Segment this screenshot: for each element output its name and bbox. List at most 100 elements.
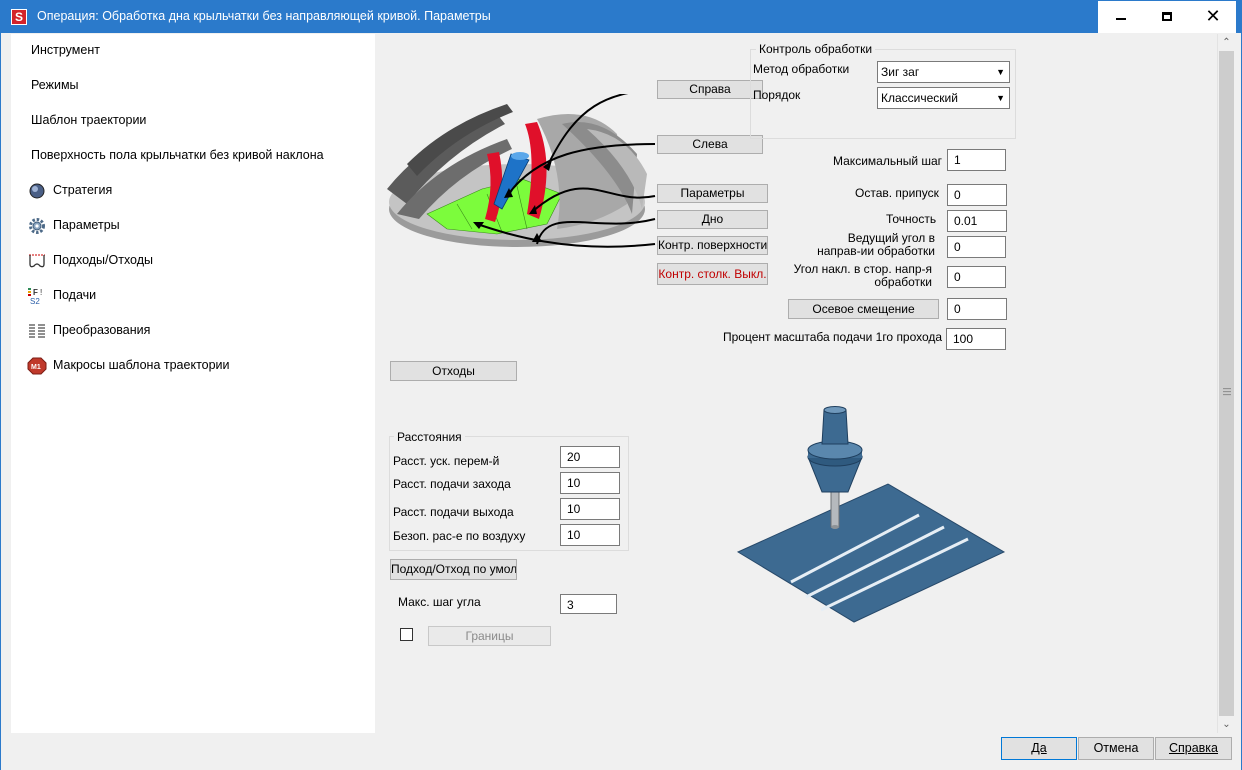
tool-holder-cap	[823, 406, 847, 414]
macros-icon: M1	[27, 357, 47, 375]
vertical-scrollbar[interactable]: ⌃ — — — ⌄	[1217, 34, 1234, 733]
sidebar-item-tool[interactable]: Инструмент	[11, 34, 375, 69]
default-approach-button[interactable]: Подход/Отход по умолч.	[390, 559, 517, 580]
method-value: Зиг заг	[881, 65, 920, 79]
sidebar-item-transformations[interactable]: Преобразования	[11, 314, 375, 349]
boundaries-checkbox[interactable]	[400, 628, 413, 641]
svg-text:M1: M1	[31, 364, 41, 371]
order-value: Классический	[881, 91, 958, 105]
ok-label: Да	[1031, 741, 1047, 755]
sidebar-item-label: Шаблон траектории	[31, 113, 147, 127]
window-title: Операция: Обработка дна крыльчатки без н…	[37, 9, 491, 23]
cancel-button[interactable]: Отмена	[1078, 737, 1154, 760]
sidebar: Инструмент Режимы Шаблон траектории Пове…	[11, 34, 375, 733]
svg-text:!: !	[40, 288, 42, 297]
sidebar-item-approaches[interactable]: Подходы/Отходы	[11, 244, 375, 279]
tool-tip	[831, 525, 839, 529]
tool-shank	[830, 486, 840, 528]
machining-control-title: Контроль обработки	[756, 42, 876, 56]
sidebar-item-macros[interactable]: M1 Макросы шаблона траектории	[11, 349, 375, 384]
right-button[interactable]: Справа	[657, 80, 763, 99]
strategy-sphere-icon	[29, 183, 45, 199]
close-button[interactable]: ✕	[1190, 1, 1236, 33]
scroll-down-icon[interactable]: ⌄	[1218, 716, 1235, 733]
svg-text:F: F	[33, 288, 38, 297]
minimize-button[interactable]	[1098, 1, 1144, 33]
rapid-distance-input[interactable]: 20	[560, 446, 620, 468]
order-label: Порядок	[753, 88, 801, 102]
tool-holder-taper	[821, 409, 849, 445]
approach-retract-icon	[29, 254, 45, 268]
minimize-icon	[1116, 18, 1126, 20]
gear-icon	[29, 218, 45, 234]
bottom-button[interactable]: Дно	[657, 210, 768, 229]
transform-icon	[29, 324, 45, 338]
feeds-icon: F !S2	[28, 288, 42, 305]
lead-angle-input[interactable]: 0	[947, 236, 1006, 258]
air-distance-input[interactable]: 10	[560, 524, 620, 546]
sidebar-item-label: Макросы шаблона траектории	[53, 358, 230, 372]
scroll-up-icon[interactable]: ⌃	[1218, 34, 1235, 51]
axial-offset-input[interactable]: 0	[947, 298, 1007, 320]
method-label: Метод обработки	[753, 62, 850, 76]
sidebar-item-label: Подходы/Отходы	[53, 253, 154, 267]
max-step-label: Максимальный шаг	[833, 154, 943, 168]
sidebar-item-label: Инструмент	[31, 43, 100, 57]
sidebar-item-modes[interactable]: Режимы	[11, 69, 375, 104]
sidebar-item-label: Параметры	[53, 218, 120, 232]
workpiece-plate	[736, 483, 1006, 623]
lead-angle-label: Ведущий угол в направ-ии обработки	[811, 232, 935, 258]
dialog-window: S Операция: Обработка дна крыльчатки без…	[0, 0, 1242, 770]
rapid-distance-label: Расст. уск. перем-й	[393, 454, 500, 468]
exit-distance-input[interactable]: 10	[560, 498, 620, 520]
sidebar-item-feeds[interactable]: F! S2 Подачи	[11, 279, 375, 314]
check-collision-button[interactable]: Контр. столк. Выкл.	[657, 263, 768, 285]
maximize-icon	[1162, 12, 1172, 21]
max-step-input[interactable]: 1	[947, 149, 1006, 171]
sidebar-item-label: Поверхность пола крыльчатки без кривой н…	[31, 148, 324, 162]
tilt-angle-label-line2: обработки	[874, 275, 932, 289]
tilt-angle-label: Угол накл. в стор. напр-я обработки	[781, 263, 932, 289]
approach-distance-input[interactable]: 10	[560, 472, 620, 494]
tolerance-input[interactable]: 0.01	[947, 210, 1007, 232]
max-angle-step-input[interactable]: 3	[560, 594, 617, 614]
stock-input[interactable]: 0	[947, 184, 1007, 206]
approach-distance-label: Расст. подачи захода	[393, 477, 511, 491]
feed-scale-label: Процент масштаба подачи 1го прохода	[723, 330, 943, 344]
ok-button[interactable]: Да	[1001, 737, 1077, 760]
scroll-thumb[interactable]: — — —	[1219, 51, 1234, 716]
sidebar-item-label: Режимы	[31, 78, 79, 92]
help-button[interactable]: Справка	[1155, 737, 1232, 760]
chevron-down-icon: ▼	[996, 93, 1005, 103]
help-label: Справка	[1168, 741, 1219, 755]
stock-label: Остав. припуск	[855, 186, 939, 200]
distances-title: Расстояния	[394, 430, 465, 444]
air-distance-label: Безоп. рас-е по воздуху	[393, 529, 526, 543]
sidebar-item-label: Стратегия	[53, 183, 113, 197]
feed-scale-input[interactable]: 100	[946, 328, 1006, 350]
sidebar-item-parameters[interactable]: Параметры	[11, 209, 375, 244]
lead-angle-label-line2: направ-ии обработки	[817, 244, 935, 258]
check-surfaces-button[interactable]: Контр. поверхности	[657, 236, 768, 255]
main-panel: Справа Слева Параметры Дно Контр. поверх…	[381, 34, 1217, 733]
sidebar-item-strategy[interactable]: Стратегия	[11, 174, 375, 209]
maximize-button[interactable]	[1144, 1, 1190, 33]
method-select[interactable]: Зиг заг ▼	[877, 61, 1010, 83]
tool-top	[511, 152, 529, 160]
retracts-button[interactable]: Отходы	[390, 361, 517, 381]
chevron-down-icon: ▼	[996, 67, 1005, 77]
app-logo-icon: S	[11, 9, 27, 25]
boundaries-button[interactable]: Границы	[428, 626, 551, 646]
sidebar-item-impeller-floor[interactable]: Поверхность пола крыльчатки без кривой н…	[11, 139, 375, 174]
sidebar-item-label: Преобразования	[53, 323, 151, 337]
axial-offset-button[interactable]: Осевое смещение	[788, 299, 939, 319]
title-bar[interactable]: S Операция: Обработка дна крыльчатки без…	[1, 1, 1241, 33]
parameters-button[interactable]: Параметры	[657, 184, 768, 203]
order-select[interactable]: Классический ▼	[877, 87, 1010, 109]
tilt-angle-input[interactable]: 0	[947, 266, 1006, 288]
close-icon: ✕	[1205, 6, 1221, 26]
sidebar-item-toolpath-template[interactable]: Шаблон траектории	[11, 104, 375, 139]
left-button[interactable]: Слева	[657, 135, 763, 154]
grip-icon: — — —	[1223, 384, 1231, 399]
sidebar-item-label: Подачи	[53, 288, 97, 302]
